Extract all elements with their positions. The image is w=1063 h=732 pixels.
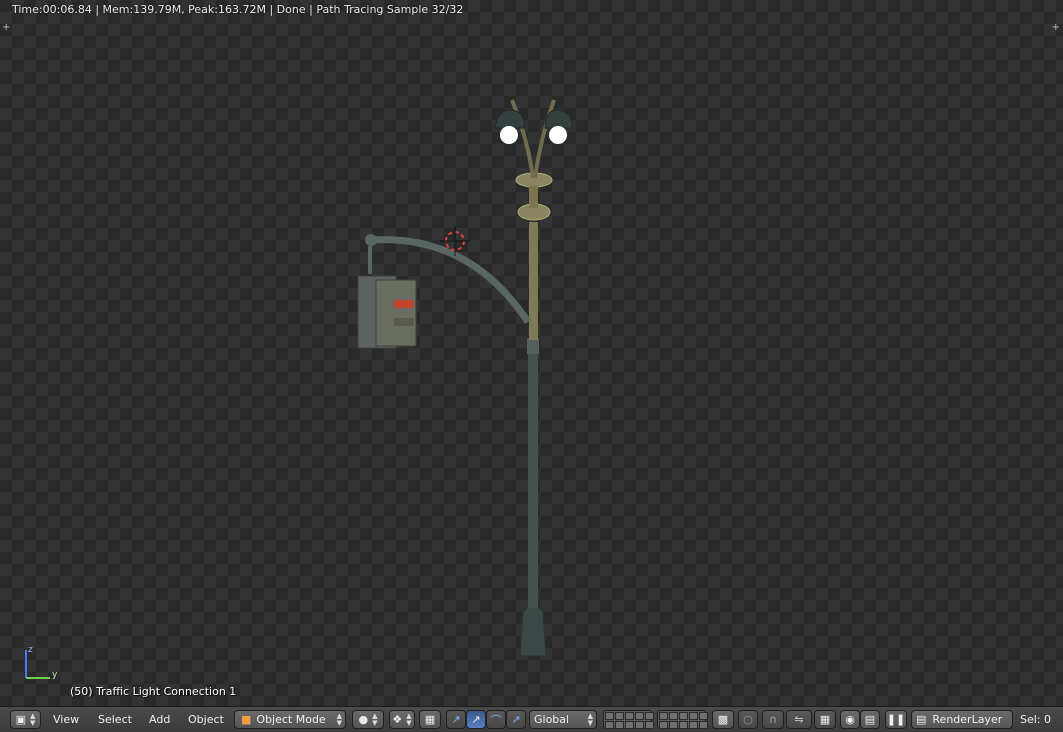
pole-base <box>519 605 547 657</box>
manipulator-icon: ↗ <box>451 713 461 726</box>
traffic-arm-cap <box>365 234 377 246</box>
lamp-head-left <box>494 109 525 129</box>
traffic-hanger <box>368 246 372 274</box>
render-image-button[interactable]: ◉ <box>840 710 860 729</box>
menu-view[interactable]: View <box>53 713 79 726</box>
menu-object[interactable]: Object <box>188 713 224 726</box>
viewport-header: ▣ ▲ ▼ View Select Add Object ■ Object Mode… <box>0 706 1063 732</box>
dropdown-arrows-icon: ▲ ▼ <box>587 711 593 727</box>
snap-element-icon: ⇋ <box>794 713 804 726</box>
selection-count: Sel: 0 <box>1020 713 1052 726</box>
3d-viewport[interactable]: Time:00:06.84 | Mem:139.79M, Peak:163.72… <box>0 0 1063 706</box>
center-points-icon: ▦ <box>424 713 436 726</box>
rendered-scene <box>357 99 573 657</box>
traffic-light-yellow <box>394 318 414 326</box>
cube-icon: ▣ <box>15 713 26 726</box>
clapper-icon: ▤ <box>864 713 876 726</box>
traffic-light-face <box>375 279 417 347</box>
menu-select[interactable]: Select <box>98 713 132 726</box>
pole-neck <box>529 186 538 208</box>
lock-icon: ▩ <box>717 713 729 726</box>
pole-collar <box>527 338 539 354</box>
snap-target-icon: ▦ <box>819 713 831 726</box>
proportional-edit-icon: ○ <box>743 713 753 726</box>
proportional-edit-button[interactable]: ○ <box>738 710 758 729</box>
dropdown-arrows-icon: ▲ ▼ <box>406 711 412 727</box>
axis-gizmo: z y <box>25 645 58 680</box>
transform-orientation-label: Global <box>534 713 570 726</box>
axis-y-label: y <box>52 670 58 680</box>
menu-add[interactable]: Add <box>149 713 170 726</box>
pause-render-button[interactable]: ❚❚ <box>885 710 907 729</box>
scene-layers-group-1[interactable] <box>603 710 654 729</box>
scale-manipulator-button[interactable]: ↗ <box>506 710 526 729</box>
dropdown-arrows-icon: ▲ ▼ <box>336 711 342 727</box>
viewport-shading-dropdown[interactable]: ● ▲ ▼ <box>352 710 384 729</box>
dropdown-arrows-icon: ▲ ▼ <box>372 711 378 727</box>
manipulate-center-button[interactable]: ▦ <box>419 710 441 729</box>
dropdown-arrows-icon: ▲ ▼ <box>30 711 36 727</box>
snap-toggle-button[interactable]: ∩ <box>762 710 784 729</box>
pivot-point-dropdown[interactable]: ❖ ▲ ▼ <box>389 710 415 729</box>
render-layer-label: RenderLayer <box>932 713 1003 726</box>
axis-z-label: z <box>28 645 33 655</box>
render-layer-dropdown[interactable]: ▤ RenderLayer <box>911 710 1013 729</box>
scene-layers-group-2[interactable] <box>657 710 708 729</box>
lamp-bulb-left <box>500 126 518 144</box>
translate-icon: ↗ <box>471 713 481 726</box>
render-animation-button[interactable]: ▤ <box>860 710 880 729</box>
pivot-icon: ❖ <box>392 713 403 726</box>
pause-icon: ❚❚ <box>886 713 906 726</box>
scale-icon: ↗ <box>511 713 521 726</box>
manipulator-toggle-button[interactable]: ↗ <box>446 710 466 729</box>
magnet-icon: ∩ <box>768 713 778 726</box>
render-layer-icon: ▤ <box>916 713 927 726</box>
snap-target-button[interactable]: ▦ <box>814 710 836 729</box>
editor-type-button[interactable]: ▣ ▲ ▼ <box>10 710 41 729</box>
object-mode-icon: ■ <box>241 713 252 726</box>
sphere-icon: ● <box>358 713 369 726</box>
mode-dropdown[interactable]: ■ Object Mode ▲ ▼ <box>234 710 346 729</box>
lock-camera-button[interactable]: ▩ <box>712 710 734 729</box>
rotate-icon: ⌒ <box>490 713 502 727</box>
snap-element-dropdown[interactable]: ⇋ <box>786 710 812 729</box>
rotate-manipulator-button[interactable]: ⌒ <box>486 710 506 729</box>
camera-icon: ◉ <box>845 713 855 726</box>
transform-orientation-dropdown[interactable]: Global ▲ ▼ <box>529 710 597 729</box>
lamp-bulb-right <box>549 126 567 144</box>
mode-label: Object Mode <box>256 713 326 726</box>
translate-manipulator-button[interactable]: ↗ <box>466 710 486 729</box>
pole-shaft <box>528 352 538 608</box>
active-object-info: (50) Traffic Light Connection 1 <box>70 685 237 698</box>
traffic-light-red <box>394 300 414 308</box>
pole-upper <box>529 222 538 340</box>
